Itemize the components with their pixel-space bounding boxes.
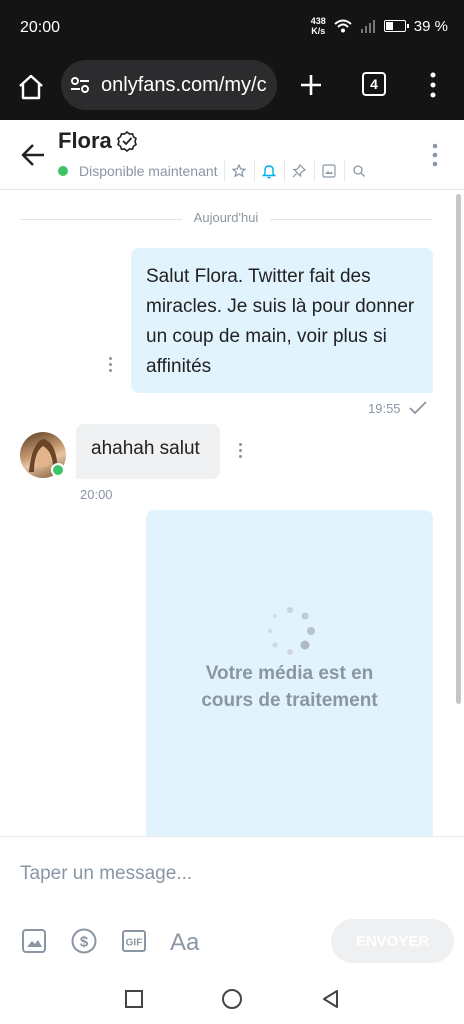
chat-header: Flora Disponible maintenant [0, 120, 464, 190]
system-navigation-bar [0, 970, 464, 1024]
scrollbar[interactable] [456, 194, 461, 704]
signal-icon [360, 20, 375, 33]
outgoing-message[interactable]: Salut Flora. Twitter fait des miracles. … [131, 248, 433, 393]
svg-text:Aa: Aa [170, 929, 200, 955]
gif-icon[interactable]: GIF [120, 927, 148, 955]
send-button[interactable]: ENVOYER [331, 919, 454, 963]
pin-icon[interactable] [283, 160, 308, 182]
day-separator-label: Aujourd'hui [182, 210, 270, 225]
svg-text:GIF: GIF [126, 938, 143, 949]
message-composer: $ GIF Aa ENVOYER [0, 836, 464, 970]
home-icon[interactable] [16, 72, 46, 102]
message-time: 20:00 [80, 487, 113, 502]
gallery-icon[interactable] [313, 160, 338, 182]
network-speed: 438 K/s [310, 16, 326, 36]
tab-switcher-button[interactable]: 4 [362, 72, 386, 96]
presence-row: Disponible maintenant [58, 160, 368, 182]
message-input[interactable] [20, 857, 440, 891]
online-indicator [58, 166, 68, 176]
status-time: 20:00 [20, 19, 61, 36]
home-circle-icon[interactable] [221, 988, 243, 1010]
site-settings-icon[interactable] [69, 74, 91, 96]
loading-spinner-icon [267, 607, 315, 655]
verified-icon [117, 130, 137, 152]
browser-menu-icon[interactable] [428, 70, 438, 100]
media-processing-card: Votre média est en cours de traitement [146, 510, 433, 836]
read-check-icon [409, 401, 427, 415]
back-triangle-icon[interactable] [320, 988, 342, 1010]
presence-status: Disponible maintenant [79, 163, 218, 179]
star-icon[interactable] [223, 160, 248, 182]
status-icons: 438 K/s 39 % [311, 16, 448, 36]
message-time: 19:55 [368, 401, 401, 416]
notification-bell-icon[interactable] [253, 160, 278, 182]
message-options-icon[interactable] [107, 357, 113, 375]
battery-percent: 39 % [413, 17, 448, 35]
new-tab-icon[interactable] [296, 70, 326, 100]
url-text[interactable]: onlyfans.com/my/c [101, 74, 271, 97]
day-separator: Aujourd'hui [20, 210, 432, 228]
battery-icon [383, 20, 409, 32]
image-icon[interactable] [20, 927, 48, 955]
avatar-online-indicator [51, 463, 65, 477]
browser-toolbar: onlyfans.com/my/c 4 [0, 58, 464, 120]
svg-text:$: $ [80, 934, 89, 951]
text-format-icon[interactable]: Aa [170, 927, 202, 955]
wifi-icon [334, 19, 352, 33]
back-arrow-icon[interactable] [18, 140, 48, 170]
address-bar[interactable]: onlyfans.com/my/c [61, 60, 277, 110]
conversation[interactable]: Aujourd'hui Salut Flora. Twitter fait de… [0, 190, 464, 836]
tip-dollar-icon[interactable]: $ [70, 927, 98, 955]
incoming-message[interactable]: ahahah salut [76, 424, 220, 479]
status-bar: 20:00 438 K/s 39 % [0, 0, 464, 58]
message-options-icon[interactable] [237, 443, 243, 461]
search-icon[interactable] [343, 160, 368, 182]
chat-menu-icon[interactable] [430, 142, 440, 168]
media-processing-text: Votre média est en cours de traitement [201, 663, 378, 711]
recents-square-icon[interactable] [123, 988, 145, 1010]
contact-name[interactable]: Flora [58, 128, 112, 154]
